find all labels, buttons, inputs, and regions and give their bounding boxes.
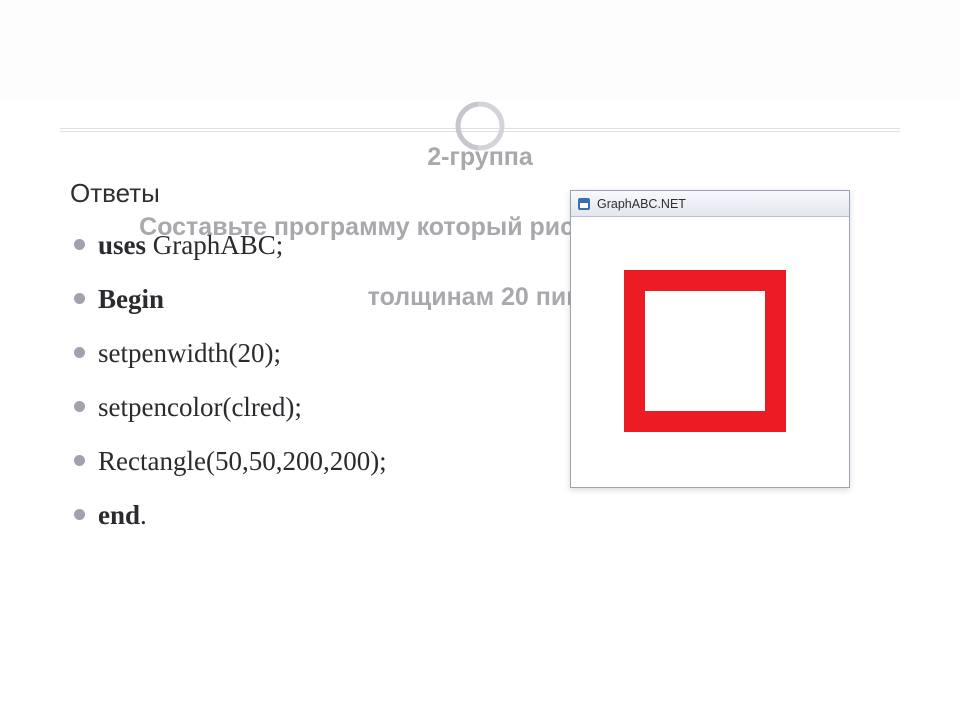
code-line: setpencolor(clred); xyxy=(70,380,590,434)
window-client-area xyxy=(571,217,849,487)
code-list: uses GraphABC; Begin setpenwidth(20); se… xyxy=(70,218,590,542)
code-line: Rectangle(50,50,200,200); xyxy=(70,434,590,488)
answers-label: Ответы xyxy=(70,178,160,209)
window-titlebar: GraphABC.NET xyxy=(571,191,849,217)
heading-line1: 2-группа xyxy=(427,143,533,171)
output-rectangle xyxy=(624,270,786,432)
code-line: uses GraphABC; xyxy=(70,218,590,272)
code-line: end. xyxy=(70,488,590,542)
code-line: Begin xyxy=(70,272,590,326)
top-band xyxy=(0,0,960,100)
graphabc-window: GraphABC.NET xyxy=(570,190,850,488)
app-icon xyxy=(577,197,591,211)
window-title: GraphABC.NET xyxy=(597,197,686,211)
slide: 2-группа Составьте программу который рис… xyxy=(0,0,960,720)
code-line: setpenwidth(20); xyxy=(70,326,590,380)
